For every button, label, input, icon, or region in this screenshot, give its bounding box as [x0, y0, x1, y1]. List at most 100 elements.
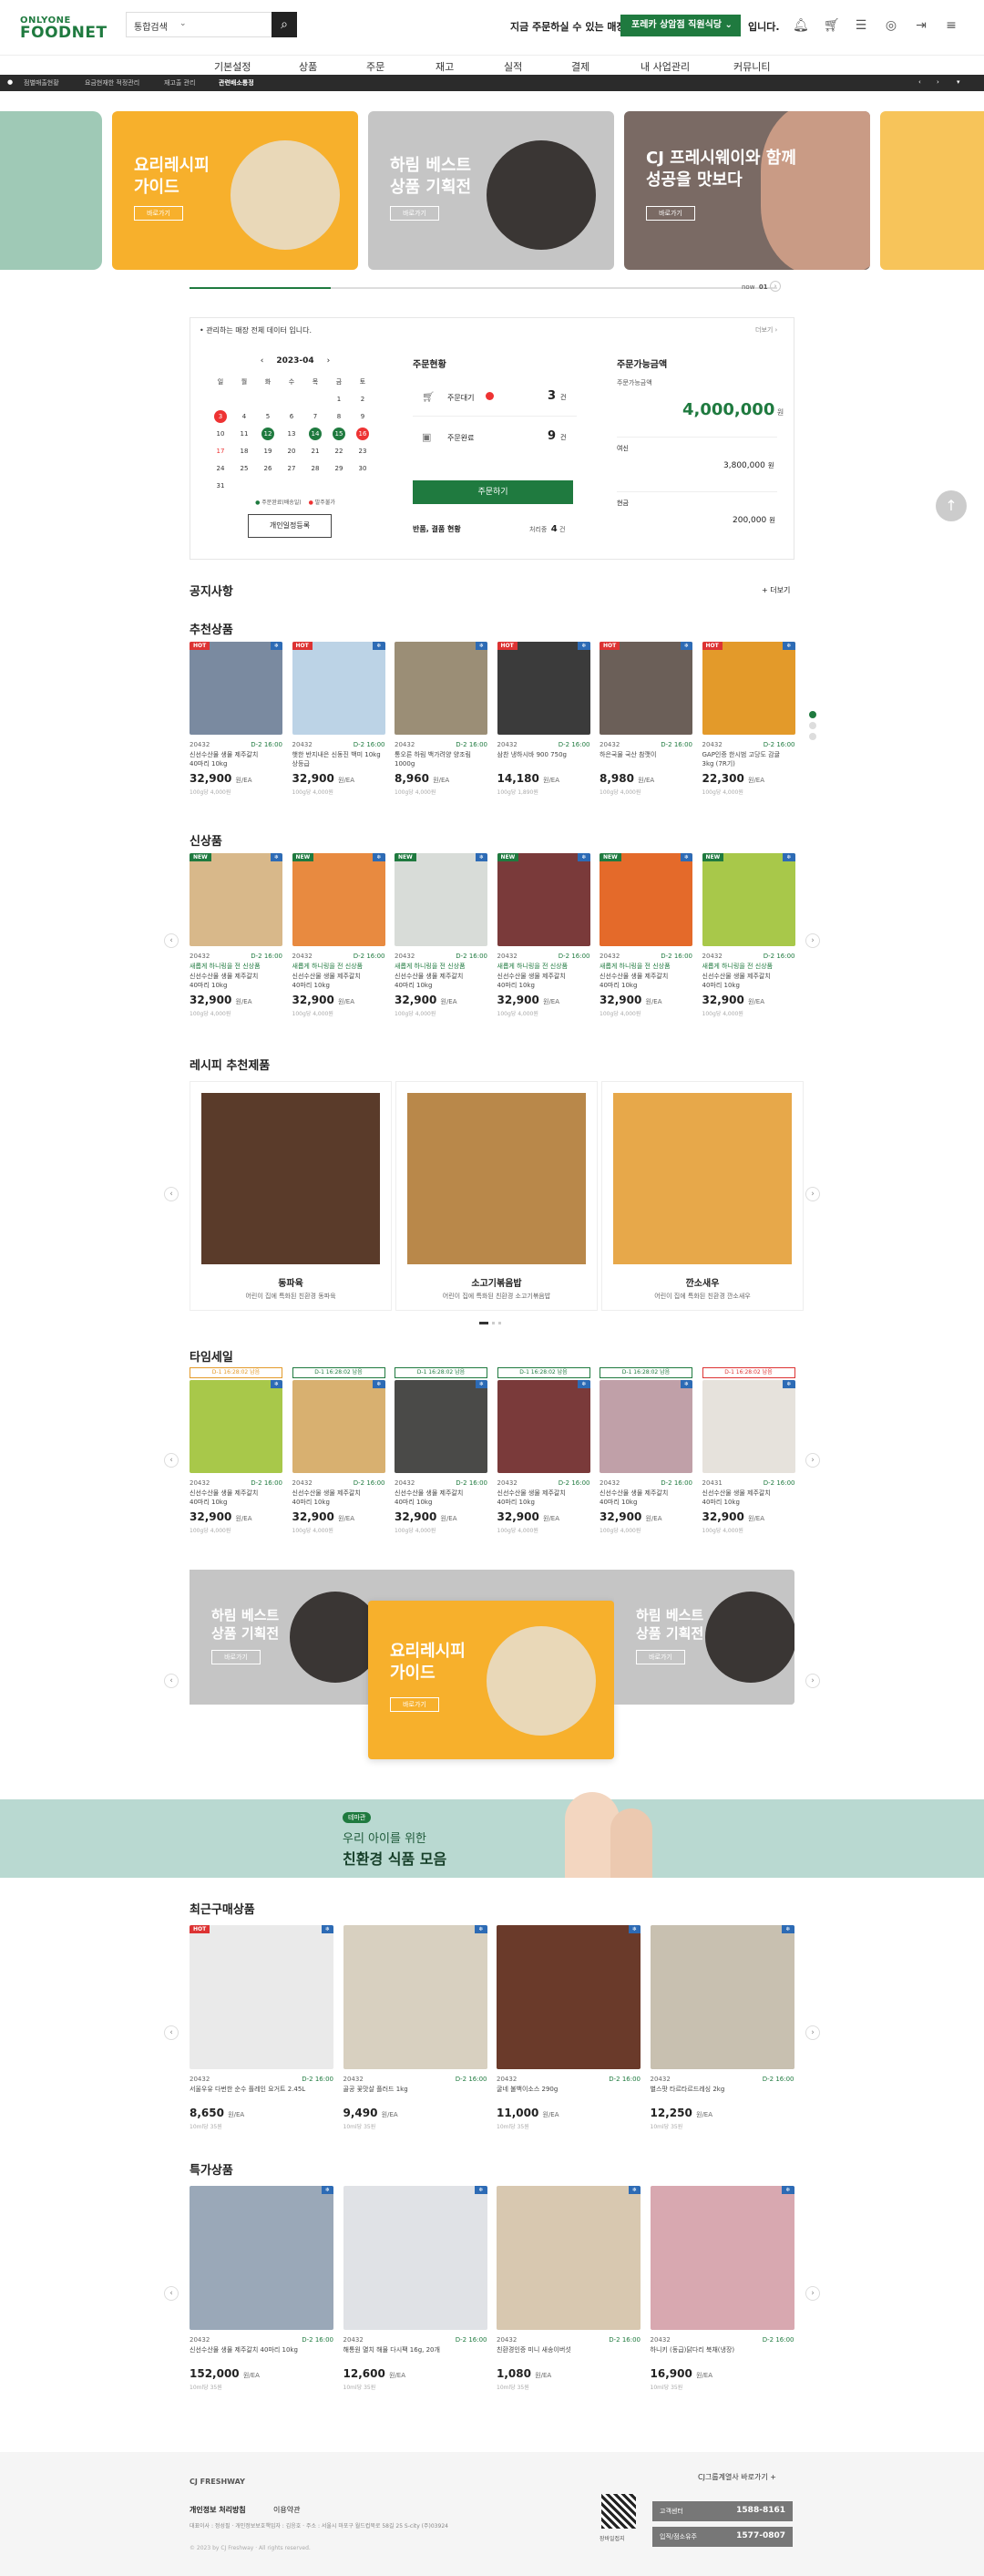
next-arrow-icon[interactable]: ›: [805, 2025, 820, 2040]
next-arrow-icon[interactable]: ›: [805, 933, 820, 948]
logo[interactable]: FOODNET: [20, 24, 108, 42]
nav-item[interactable]: 주문: [366, 59, 384, 74]
calendar-day[interactable]: 10: [209, 425, 232, 442]
calendar-day[interactable]: 29: [327, 459, 351, 477]
product-image[interactable]: ❄︎: [702, 1380, 795, 1473]
product-image[interactable]: ❄︎: [497, 1380, 590, 1473]
calendar-next-icon[interactable]: ›: [327, 356, 331, 366]
customer-center[interactable]: 고객센터 1588-8161: [652, 2501, 793, 2521]
calendar-day[interactable]: 2: [351, 390, 374, 407]
product-image[interactable]: ❄︎: [497, 1925, 641, 2069]
calendar-day[interactable]: 20: [280, 442, 303, 459]
product-name[interactable]: 신선수산물 생물 제주갈치 40마리 10kg: [600, 972, 692, 990]
product-image[interactable]: ❄︎: [395, 642, 487, 735]
qr-code[interactable]: [601, 2494, 636, 2529]
prev-arrow-icon[interactable]: ‹: [164, 2286, 179, 2301]
product-image[interactable]: ❄︎: [343, 2186, 487, 2330]
order-done-row[interactable]: ▣ 주문완료 9 건: [413, 420, 577, 457]
product-name[interactable]: 신선수산물 생물 제주갈치 40마리 10kg: [600, 1489, 692, 1507]
order-button[interactable]: 주문하기: [413, 480, 573, 504]
product-name[interactable]: 통오른 하림 백가려양 양조림 1000g: [395, 750, 487, 768]
calendar-day[interactable]: 1: [327, 390, 351, 407]
privacy-link[interactable]: 개인정보 처리방침: [190, 2505, 246, 2515]
product-image[interactable]: HOT ❄︎: [292, 642, 385, 735]
pager-dot[interactable]: [492, 1322, 495, 1324]
hero-next-icon[interactable]: ›: [770, 281, 781, 292]
product-image[interactable]: ❄︎: [600, 1380, 692, 1473]
product-name[interactable]: 친환경인증 미니 새송이버섯: [497, 2345, 641, 2354]
product-image[interactable]: ❄︎: [292, 1380, 385, 1473]
calendar-day[interactable]: [209, 390, 232, 407]
next-arrow-icon[interactable]: ›: [805, 2286, 820, 2301]
product-image[interactable]: ❄︎: [650, 2186, 794, 2330]
nav-item[interactable]: 커뮤니티: [733, 59, 770, 74]
product-image[interactable]: NEW ❄︎: [395, 853, 487, 946]
calendar-day-ordered[interactable]: 12: [256, 425, 280, 442]
product-image[interactable]: HOT ❄︎: [497, 642, 590, 735]
product-name[interactable]: 신선수산물 생물 제주갈치 40마리 10kg: [395, 972, 487, 990]
calendar-day[interactable]: 30: [351, 459, 374, 477]
pager-dot[interactable]: [498, 1322, 501, 1324]
next-arrow-icon[interactable]: ›: [805, 1187, 820, 1201]
partner-center[interactable]: 입직/점소유주 1577-0807: [652, 2527, 793, 2547]
product-name[interactable]: 하니키 (동급)닭다리 북채(냉장): [651, 2345, 794, 2354]
next-arrow-icon[interactable]: ›: [805, 1453, 820, 1468]
promo-button[interactable]: 바로가기: [390, 1697, 439, 1712]
recipe-card[interactable]: 동파육 어린이 집에 특화된 친환경 동파육: [190, 1081, 392, 1311]
hero-slide[interactable]: CJ 프레시웨이와 함께 성공을 맛보다 바로가기: [624, 111, 870, 270]
product-name[interactable]: 햇한 반지내은 신동진 백미 10kg 상등급: [292, 750, 385, 768]
product-image[interactable]: NEW ❄︎: [190, 853, 282, 946]
calendar-day[interactable]: [303, 390, 327, 407]
calendar-day[interactable]: 13: [280, 425, 303, 442]
nav-item[interactable]: 결제: [571, 59, 589, 74]
search-select[interactable]: 통합검색: [134, 19, 168, 33]
user-icon[interactable]: ◎: [884, 18, 898, 33]
footer-logo[interactable]: CJ FRESHWAY: [190, 2478, 245, 2486]
calendar-day[interactable]: [280, 390, 303, 407]
product-name[interactable]: 별스팟 타르타르드레싱 2kg: [651, 2085, 794, 2094]
pager-dot[interactable]: [809, 722, 816, 729]
prev-arrow-icon[interactable]: ‹: [164, 933, 179, 948]
product-name[interactable]: 굴네 불백이소스 290g: [497, 2085, 641, 2094]
calendar-day-ordered[interactable]: 15: [327, 425, 351, 442]
calendar-day[interactable]: 17: [209, 442, 232, 459]
product-image[interactable]: NEW ❄︎: [702, 853, 795, 946]
product-image[interactable]: ❄︎: [343, 1925, 487, 2069]
hero-slide-prev[interactable]: [0, 111, 102, 270]
product-image[interactable]: HOT ❄︎: [190, 1925, 333, 2069]
promo-button[interactable]: 바로가기: [636, 1650, 685, 1664]
calendar-prev-icon[interactable]: ‹: [261, 356, 264, 366]
hero-slide[interactable]: 하림 베스트 상품 기획전 바로가기: [368, 111, 614, 270]
product-name[interactable]: GAP인증 한시범 고당도 감귤 3kg (7R기): [702, 750, 795, 768]
nav-item[interactable]: 기본설정: [214, 59, 251, 74]
calendar-day[interactable]: 6: [280, 407, 303, 425]
product-image[interactable]: NEW ❄︎: [600, 853, 692, 946]
prev-arrow-icon[interactable]: ‹: [164, 1674, 179, 1688]
logout-icon[interactable]: ⇥: [914, 18, 928, 33]
product-name[interactable]: 골공 꽃맛살 플러드 1kg: [343, 2085, 487, 2094]
product-name[interactable]: 신선수산물 생물 제주갈치 40마리 10kg: [395, 1489, 487, 1507]
tab-prev-icon[interactable]: ‹: [918, 78, 921, 86]
calendar-day[interactable]: 7: [303, 407, 327, 425]
nav-item[interactable]: 실적: [504, 59, 522, 74]
scroll-top-button[interactable]: ↑: [936, 490, 967, 521]
hero-slide-next[interactable]: [880, 111, 984, 270]
product-name[interactable]: 삼찬 냉하시바 900 750g: [497, 750, 590, 759]
bell-icon[interactable]: 🔔︎: [793, 18, 809, 33]
theme-banner[interactable]: 테마관 우리 아이를 위한 친환경 식품 모음: [0, 1792, 984, 1878]
tab-item[interactable]: 재고출 관리: [164, 78, 195, 88]
hero-button[interactable]: 바로가기: [134, 206, 183, 221]
product-image[interactable]: ❄︎: [497, 2186, 641, 2330]
calendar-day[interactable]: 11: [232, 425, 256, 442]
calendar-day[interactable]: 19: [256, 442, 280, 459]
calendar-day[interactable]: 28: [303, 459, 327, 477]
recipe-card[interactable]: 깐소새우 어린이 집에 특화된 친환경 깐소새우: [601, 1081, 804, 1311]
calendar-day[interactable]: 5: [256, 407, 280, 425]
nav-item[interactable]: 재고: [436, 59, 454, 74]
calendar-day[interactable]: 4: [232, 407, 256, 425]
product-name[interactable]: 신선수산물 생물 제주갈치 40마리 10kg: [497, 1489, 590, 1507]
product-image[interactable]: HOT ❄︎: [190, 642, 282, 735]
list-icon[interactable]: ☰: [854, 18, 868, 33]
promo-slide[interactable]: 하림 베스트 상품 기획전 바로가기: [190, 1570, 368, 1705]
product-image[interactable]: NEW ❄︎: [497, 853, 590, 946]
